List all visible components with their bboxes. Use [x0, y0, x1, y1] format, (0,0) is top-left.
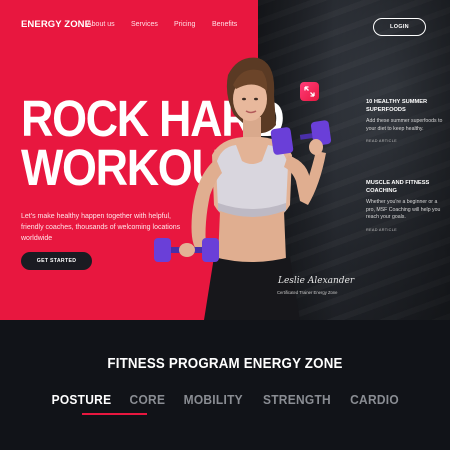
nav-link-benefits[interactable]: Benefits — [212, 21, 237, 28]
program-tabs: POSTURE CORE MOBILITY STRENGTH CARDIO — [0, 392, 450, 407]
trainer-caption: Certificated Trainer Energy Zone — [277, 290, 338, 295]
tab-strength[interactable]: STRENGTH — [263, 392, 331, 407]
article-title[interactable]: 10 HEALTHY SUMMER SUPERFOODS — [366, 99, 446, 114]
nav-link-about[interactable]: About us — [87, 21, 115, 28]
article-body: Whether you're a beginner or a pro, MSF … — [366, 199, 441, 221]
tab-core[interactable]: CORE — [130, 392, 166, 407]
get-started-button[interactable]: GET STARTED — [21, 252, 92, 270]
brand-logo[interactable]: ENERGY ZONE — [21, 19, 91, 30]
tab-posture[interactable]: POSTURE — [52, 392, 112, 407]
expand-button[interactable] — [300, 82, 319, 101]
tab-cardio[interactable]: CARDIO — [350, 392, 399, 407]
active-tab-indicator — [82, 413, 147, 415]
tab-mobility[interactable]: MOBILITY — [184, 392, 243, 407]
article-card: MUSCLE AND FITNESS COACHING Whether you'… — [366, 180, 446, 232]
login-button[interactable]: LOGIN — [373, 18, 426, 36]
nav-link-pricing[interactable]: Pricing — [174, 21, 195, 28]
expand-arrows-icon — [304, 86, 315, 97]
program-section-title: FITNESS PROGRAM ENERGY ZONE — [107, 356, 343, 372]
article-card: 10 HEALTHY SUMMER SUPERFOODS Add these s… — [366, 99, 446, 143]
read-article-link[interactable]: READ ARTICLE — [366, 139, 446, 143]
read-article-link[interactable]: READ ARTICLE — [366, 228, 446, 232]
hero-section: ENERGY ZONE About us Services Pricing Be… — [0, 0, 450, 320]
article-body: Add these summer superfoods to your diet… — [366, 118, 443, 132]
article-title[interactable]: MUSCLE AND FITNESS COACHING — [366, 180, 446, 195]
nav-link-services[interactable]: Services — [131, 21, 158, 28]
trainer-signature: Leslie Alexander — [278, 276, 355, 286]
top-navigation: ENERGY ZONE About us Services Pricing Be… — [0, 0, 450, 52]
